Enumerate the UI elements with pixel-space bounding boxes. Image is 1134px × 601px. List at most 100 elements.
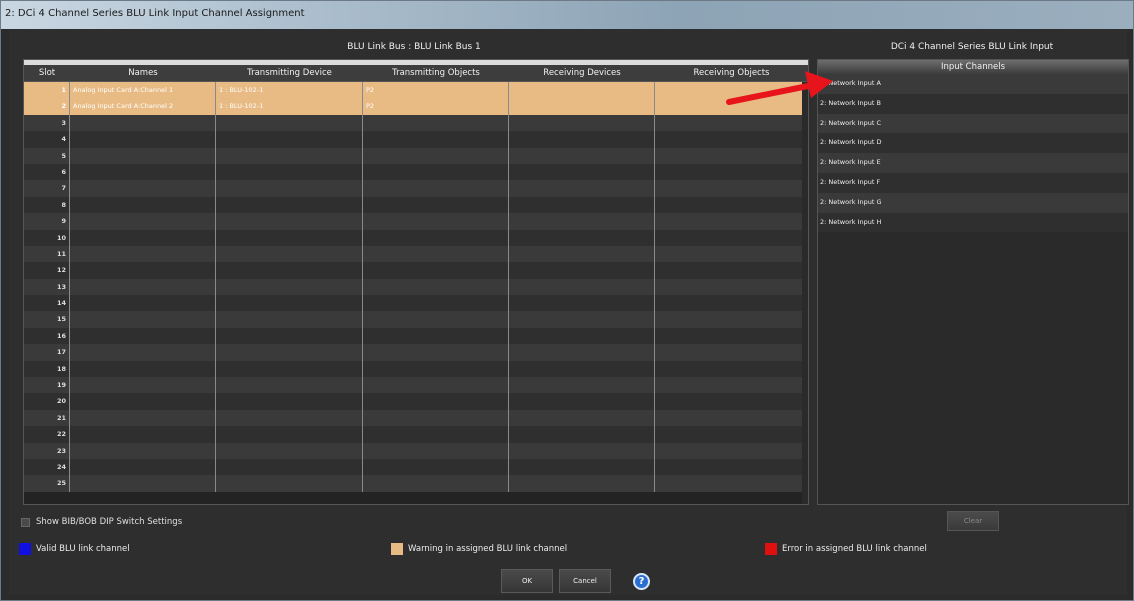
table-row[interactable]: 14 bbox=[24, 295, 808, 312]
name-cell[interactable] bbox=[70, 295, 216, 312]
tx-objects-cell[interactable] bbox=[363, 163, 509, 181]
slot-cell[interactable]: 25 bbox=[24, 475, 70, 492]
table-row[interactable]: 16 bbox=[24, 327, 808, 345]
tx-device-cell[interactable] bbox=[216, 180, 363, 197]
tx-objects-cell[interactable] bbox=[363, 377, 509, 394]
rx-devices-cell[interactable] bbox=[509, 442, 655, 459]
input-channel-item[interactable]: 2: Network Input D bbox=[818, 133, 1128, 154]
table-row[interactable]: 12 bbox=[24, 262, 808, 279]
tx-device-cell[interactable] bbox=[216, 458, 363, 476]
tx-device-cell[interactable] bbox=[216, 475, 363, 492]
tx-objects-cell[interactable] bbox=[363, 311, 509, 328]
input-channel-item[interactable]: 2: Network Input A bbox=[818, 74, 1128, 94]
slot-cell[interactable]: 24 bbox=[24, 458, 70, 476]
column-header-names[interactable]: Names bbox=[70, 65, 216, 81]
name-cell[interactable] bbox=[70, 311, 216, 328]
slot-cell[interactable]: 11 bbox=[24, 245, 70, 263]
rx-objects-cell[interactable] bbox=[655, 131, 808, 147]
rx-devices-cell[interactable] bbox=[509, 393, 655, 410]
tx-device-cell[interactable] bbox=[216, 311, 363, 328]
tx-device-cell[interactable] bbox=[216, 442, 363, 459]
name-cell[interactable] bbox=[70, 426, 216, 443]
table-row[interactable]: 24 bbox=[24, 458, 808, 476]
rx-devices-cell[interactable] bbox=[509, 131, 655, 148]
tx-objects-cell[interactable] bbox=[363, 196, 509, 214]
slot-cell[interactable]: 18 bbox=[24, 360, 70, 378]
rx-objects-cell[interactable] bbox=[655, 295, 808, 311]
rx-objects-cell[interactable] bbox=[655, 377, 808, 393]
rx-devices-cell[interactable] bbox=[509, 147, 655, 164]
rx-objects-cell[interactable] bbox=[655, 213, 808, 229]
slot-cell[interactable]: 7 bbox=[24, 180, 70, 197]
slot-cell[interactable]: 9 bbox=[24, 213, 70, 230]
tx-objects-cell[interactable]: P2 bbox=[363, 98, 509, 115]
rx-devices-cell[interactable] bbox=[509, 360, 655, 378]
tx-device-cell[interactable] bbox=[216, 426, 363, 443]
rx-objects-cell[interactable] bbox=[655, 475, 808, 491]
name-cell[interactable] bbox=[70, 163, 216, 181]
name-cell[interactable] bbox=[70, 229, 216, 246]
rx-objects-cell[interactable] bbox=[655, 459, 808, 475]
name-cell[interactable] bbox=[70, 180, 216, 197]
tx-objects-cell[interactable] bbox=[363, 245, 509, 263]
help-icon[interactable]: ? bbox=[633, 573, 650, 590]
rx-objects-cell[interactable] bbox=[655, 230, 808, 246]
rx-objects-cell[interactable] bbox=[655, 279, 808, 295]
name-cell[interactable] bbox=[70, 377, 216, 394]
tx-objects-cell[interactable] bbox=[363, 426, 509, 443]
rx-devices-cell[interactable] bbox=[509, 213, 655, 230]
slot-cell[interactable]: 4 bbox=[24, 131, 70, 148]
tx-objects-cell[interactable] bbox=[363, 229, 509, 246]
rx-devices-cell[interactable] bbox=[509, 426, 655, 443]
table-row[interactable]: 18 bbox=[24, 360, 808, 378]
rx-objects-cell[interactable] bbox=[655, 426, 808, 442]
slot-cell[interactable]: 19 bbox=[24, 377, 70, 394]
name-cell[interactable] bbox=[70, 147, 216, 164]
show-dip-checkbox[interactable] bbox=[21, 517, 30, 527]
name-cell[interactable] bbox=[70, 196, 216, 214]
tx-objects-cell[interactable] bbox=[363, 114, 509, 132]
name-cell[interactable] bbox=[70, 262, 216, 279]
slot-cell[interactable]: 22 bbox=[24, 426, 70, 443]
tx-device-cell[interactable] bbox=[216, 131, 363, 148]
rx-devices-cell[interactable] bbox=[509, 262, 655, 279]
rx-objects-cell[interactable] bbox=[655, 393, 808, 409]
tx-device-cell[interactable] bbox=[216, 196, 363, 214]
rx-devices-cell[interactable] bbox=[509, 278, 655, 296]
name-cell[interactable] bbox=[70, 344, 216, 361]
tx-objects-cell[interactable] bbox=[363, 475, 509, 492]
table-row[interactable]: 21 bbox=[24, 409, 808, 427]
show-dip-switch-setting[interactable]: Show BIB/BOB DIP Switch Settings bbox=[21, 516, 182, 528]
table-row[interactable]: 4 bbox=[24, 131, 808, 148]
input-channel-item[interactable]: 2: Network Input C bbox=[818, 113, 1128, 134]
tx-device-cell[interactable] bbox=[216, 327, 363, 345]
name-cell[interactable] bbox=[70, 131, 216, 148]
name-cell[interactable]: Analog Input Card A:Channel 1 bbox=[70, 82, 216, 99]
input-channel-item[interactable]: 2: Network Input B bbox=[818, 93, 1128, 114]
table-row[interactable]: 2 Analog Input Card A:Channel 21 : BLU-10… bbox=[24, 98, 808, 115]
rx-objects-cell[interactable] bbox=[655, 443, 808, 459]
slot-cell[interactable]: 12 bbox=[24, 262, 70, 279]
tx-device-cell[interactable] bbox=[216, 360, 363, 378]
tx-device-cell[interactable] bbox=[216, 213, 363, 230]
tx-objects-cell[interactable]: P2 bbox=[363, 82, 509, 99]
tx-objects-cell[interactable] bbox=[363, 180, 509, 197]
rx-objects-cell[interactable] bbox=[655, 115, 808, 131]
slot-cell[interactable]: 13 bbox=[24, 278, 70, 296]
slot-cell[interactable]: 6 bbox=[24, 163, 70, 181]
rx-objects-cell[interactable] bbox=[655, 410, 808, 426]
tx-device-cell[interactable] bbox=[216, 147, 363, 164]
input-channel-item[interactable]: 2: Network Input F bbox=[818, 172, 1128, 193]
rx-objects-cell[interactable] bbox=[655, 180, 808, 196]
tx-objects-cell[interactable] bbox=[363, 262, 509, 279]
rx-devices-cell[interactable] bbox=[509, 475, 655, 492]
table-row[interactable]: 11 bbox=[24, 245, 808, 263]
rx-devices-cell[interactable] bbox=[509, 409, 655, 427]
name-cell[interactable] bbox=[70, 245, 216, 263]
table-row[interactable]: 1 Analog Input Card A:Channel 11 : BLU-10… bbox=[24, 82, 808, 99]
table-row[interactable]: 13 bbox=[24, 278, 808, 296]
rx-devices-cell[interactable] bbox=[509, 229, 655, 246]
rx-objects-cell[interactable] bbox=[655, 164, 808, 180]
slot-cell[interactable]: 1 bbox=[24, 82, 70, 99]
column-header-transmitting-objects[interactable]: Transmitting Objects bbox=[363, 65, 509, 81]
